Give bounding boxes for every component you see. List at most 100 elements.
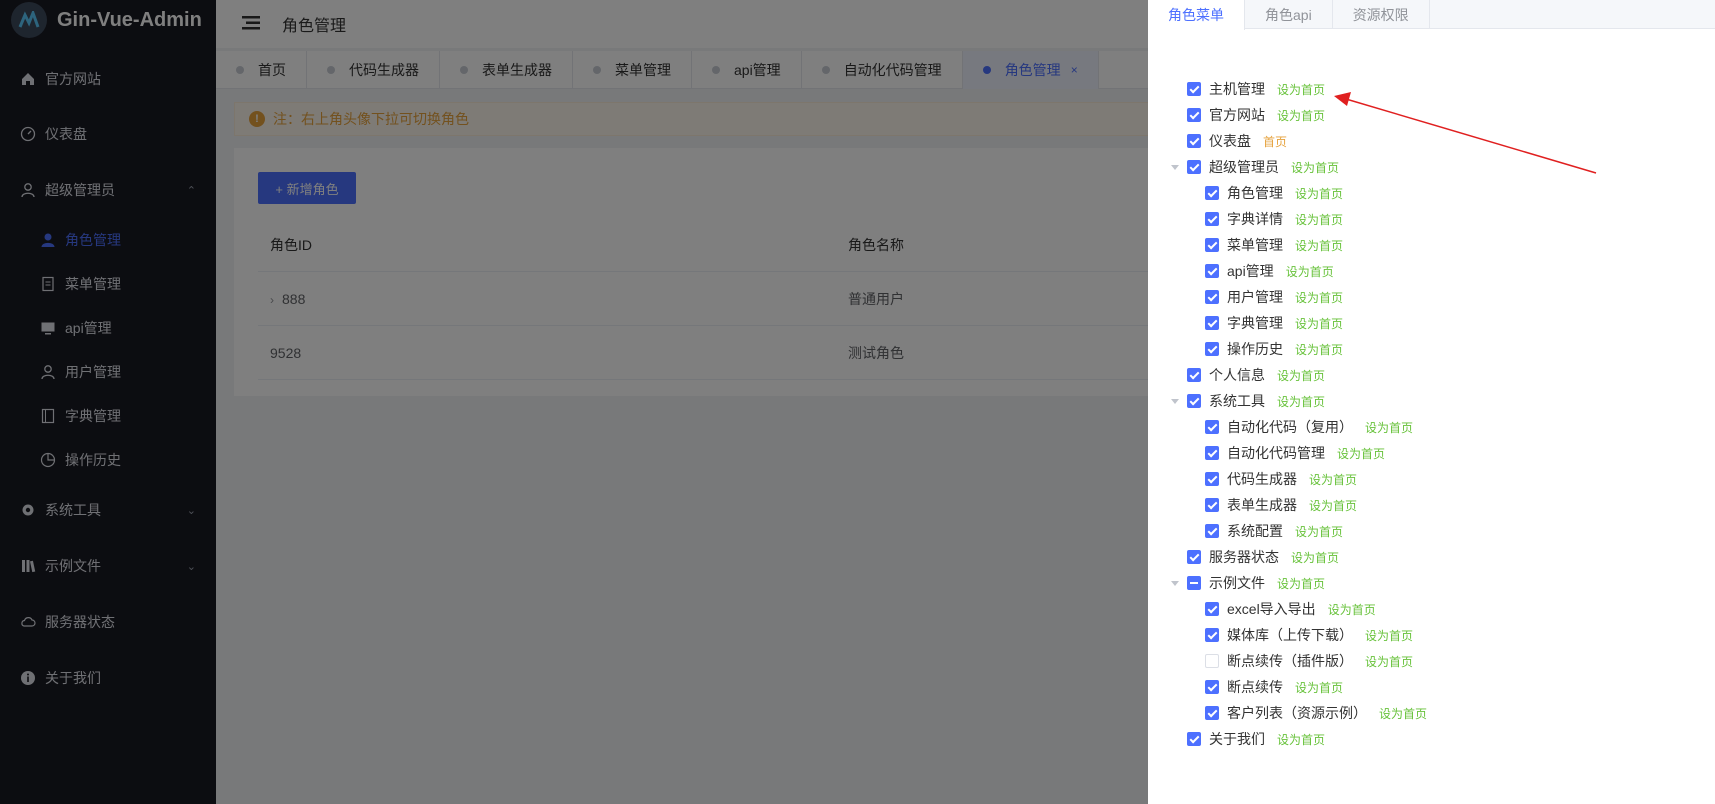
checkbox[interactable] [1205, 316, 1219, 330]
caret-down-icon[interactable] [1171, 165, 1179, 170]
set-home-link[interactable]: 设为首页 [1309, 497, 1357, 514]
tree-node[interactable]: 仪表盘 首页 [1187, 128, 1287, 154]
sidebar-bottom-item-1[interactable]: 示例文件 ⌄ [0, 544, 216, 588]
checkbox[interactable] [1205, 706, 1219, 720]
tree-node[interactable]: 媒体库（上传下载） 设为首页 [1205, 622, 1413, 648]
menu-toggle-icon[interactable] [242, 15, 260, 33]
checkbox[interactable] [1205, 654, 1219, 668]
sidebar-subitem-5[interactable]: 操作历史 [0, 438, 216, 482]
tab-0[interactable]: 首页 [216, 51, 307, 89]
tree-node[interactable]: 服务器状态 设为首页 [1187, 544, 1339, 570]
tree-node[interactable]: 自动化代码管理 设为首页 [1205, 440, 1385, 466]
checkbox[interactable] [1205, 680, 1219, 694]
set-home-link[interactable]: 设为首页 [1295, 211, 1343, 228]
caret-down-icon[interactable] [1171, 399, 1179, 404]
checkbox[interactable] [1205, 420, 1219, 434]
checkbox[interactable] [1205, 238, 1219, 252]
checkbox[interactable] [1187, 134, 1201, 148]
tree-node[interactable]: 系统工具 设为首页 [1187, 388, 1325, 414]
tab-6[interactable]: 角色管理 × [962, 51, 1099, 89]
set-home-link[interactable]: 设为首页 [1309, 471, 1357, 488]
set-home-link[interactable]: 设为首页 [1328, 601, 1376, 618]
set-home-link[interactable]: 设为首页 [1277, 393, 1325, 410]
sidebar-item-1[interactable]: 仪表盘 [0, 112, 216, 156]
tree-node[interactable]: 个人信息 设为首页 [1187, 362, 1325, 388]
tree-node[interactable]: 角色管理 设为首页 [1205, 180, 1343, 206]
checkbox[interactable] [1187, 576, 1201, 590]
tree-node[interactable]: 超级管理员 设为首页 [1187, 154, 1339, 180]
checkbox[interactable] [1205, 186, 1219, 200]
tree-node[interactable]: 字典管理 设为首页 [1205, 310, 1343, 336]
tree-node[interactable]: 用户管理 设为首页 [1205, 284, 1343, 310]
logo[interactable]: Gin-Vue-Admin [0, 0, 216, 40]
checkbox[interactable] [1205, 212, 1219, 226]
tree-node[interactable]: 关于我们 设为首页 [1187, 726, 1325, 752]
drawer-tab-2[interactable]: 资源权限 [1333, 0, 1430, 29]
add-role-button[interactable]: + 新增角色 [258, 172, 356, 204]
set-home-link[interactable]: 设为首页 [1379, 705, 1427, 722]
tab-4[interactable]: api管理 [692, 51, 802, 89]
checkbox[interactable] [1205, 602, 1219, 616]
set-home-link[interactable]: 设为首页 [1277, 575, 1325, 592]
set-home-link[interactable]: 设为首页 [1337, 445, 1385, 462]
tree-node[interactable]: 表单生成器 设为首页 [1205, 492, 1357, 518]
caret-down-icon[interactable] [1171, 581, 1179, 586]
sidebar-bottom-item-3[interactable]: 关于我们 [0, 656, 216, 700]
set-home-link[interactable]: 设为首页 [1277, 107, 1325, 124]
checkbox[interactable] [1205, 290, 1219, 304]
checkbox[interactable] [1187, 108, 1201, 122]
drawer-tab-0[interactable]: 角色菜单 [1148, 0, 1245, 30]
tree-node[interactable]: 菜单管理 设为首页 [1205, 232, 1343, 258]
tree-node[interactable]: 操作历史 设为首页 [1205, 336, 1343, 362]
table-row[interactable]: 9528 测试角色 [258, 326, 1234, 380]
tree-node[interactable]: 示例文件 设为首页 [1187, 570, 1325, 596]
checkbox[interactable] [1205, 446, 1219, 460]
tree-node[interactable]: 代码生成器 设为首页 [1205, 466, 1357, 492]
checkbox[interactable] [1187, 160, 1201, 174]
set-home-link[interactable]: 设为首页 [1277, 731, 1325, 748]
set-home-link[interactable]: 设为首页 [1277, 367, 1325, 384]
tab-5[interactable]: 自动化代码管理 [802, 51, 963, 89]
sidebar-subitem-4[interactable]: 字典管理 [0, 394, 216, 438]
tree-node[interactable]: api管理 设为首页 [1205, 258, 1334, 284]
checkbox[interactable] [1205, 264, 1219, 278]
checkbox[interactable] [1187, 82, 1201, 96]
tree-node[interactable]: 断点续传（插件版） 设为首页 [1205, 648, 1413, 674]
checkbox[interactable] [1205, 342, 1219, 356]
tree-node[interactable]: 字典详情 设为首页 [1205, 206, 1343, 232]
set-home-link[interactable]: 设为首页 [1291, 549, 1339, 566]
set-home-link[interactable]: 设为首页 [1295, 185, 1343, 202]
checkbox[interactable] [1205, 524, 1219, 538]
set-home-link[interactable]: 设为首页 [1295, 237, 1343, 254]
set-home-link[interactable]: 设为首页 [1291, 159, 1339, 176]
checkbox[interactable] [1205, 628, 1219, 642]
set-home-link[interactable]: 设为首页 [1365, 653, 1413, 670]
tree-node[interactable]: 自动化代码（复用） 设为首页 [1205, 414, 1413, 440]
tree-node[interactable]: 断点续传 设为首页 [1205, 674, 1343, 700]
checkbox[interactable] [1187, 394, 1201, 408]
tab-1[interactable]: 代码生成器 [307, 51, 440, 89]
tab-2[interactable]: 表单生成器 [440, 51, 573, 89]
set-home-link[interactable]: 设为首页 [1295, 679, 1343, 696]
tree-node[interactable]: excel导入导出 设为首页 [1205, 596, 1376, 622]
checkbox[interactable] [1187, 732, 1201, 746]
table-row[interactable]: › 888 普通用户 [258, 272, 1234, 326]
expand-icon[interactable]: › [270, 293, 274, 307]
set-home-link[interactable]: 设为首页 [1365, 627, 1413, 644]
checkbox[interactable] [1205, 472, 1219, 486]
sidebar-bottom-item-0[interactable]: 系统工具 ⌄ [0, 488, 216, 532]
tree-node[interactable]: 系统配置 设为首页 [1205, 518, 1343, 544]
set-home-link[interactable]: 设为首页 [1286, 263, 1334, 280]
sidebar-item-0[interactable]: 官方网站 [0, 57, 216, 101]
set-home-link[interactable]: 设为首页 [1295, 341, 1343, 358]
sidebar-subitem-3[interactable]: 用户管理 [0, 350, 216, 394]
checkbox[interactable] [1187, 550, 1201, 564]
sidebar-subitem-1[interactable]: 菜单管理 [0, 262, 216, 306]
sidebar-subitem-2[interactable]: api管理 [0, 306, 216, 350]
sidebar-bottom-item-2[interactable]: 服务器状态 [0, 600, 216, 644]
set-home-link[interactable]: 设为首页 [1295, 289, 1343, 306]
drawer-tab-1[interactable]: 角色api [1245, 0, 1333, 29]
checkbox[interactable] [1205, 498, 1219, 512]
set-home-link[interactable]: 设为首页 [1295, 523, 1343, 540]
close-icon[interactable]: × [1071, 63, 1078, 77]
